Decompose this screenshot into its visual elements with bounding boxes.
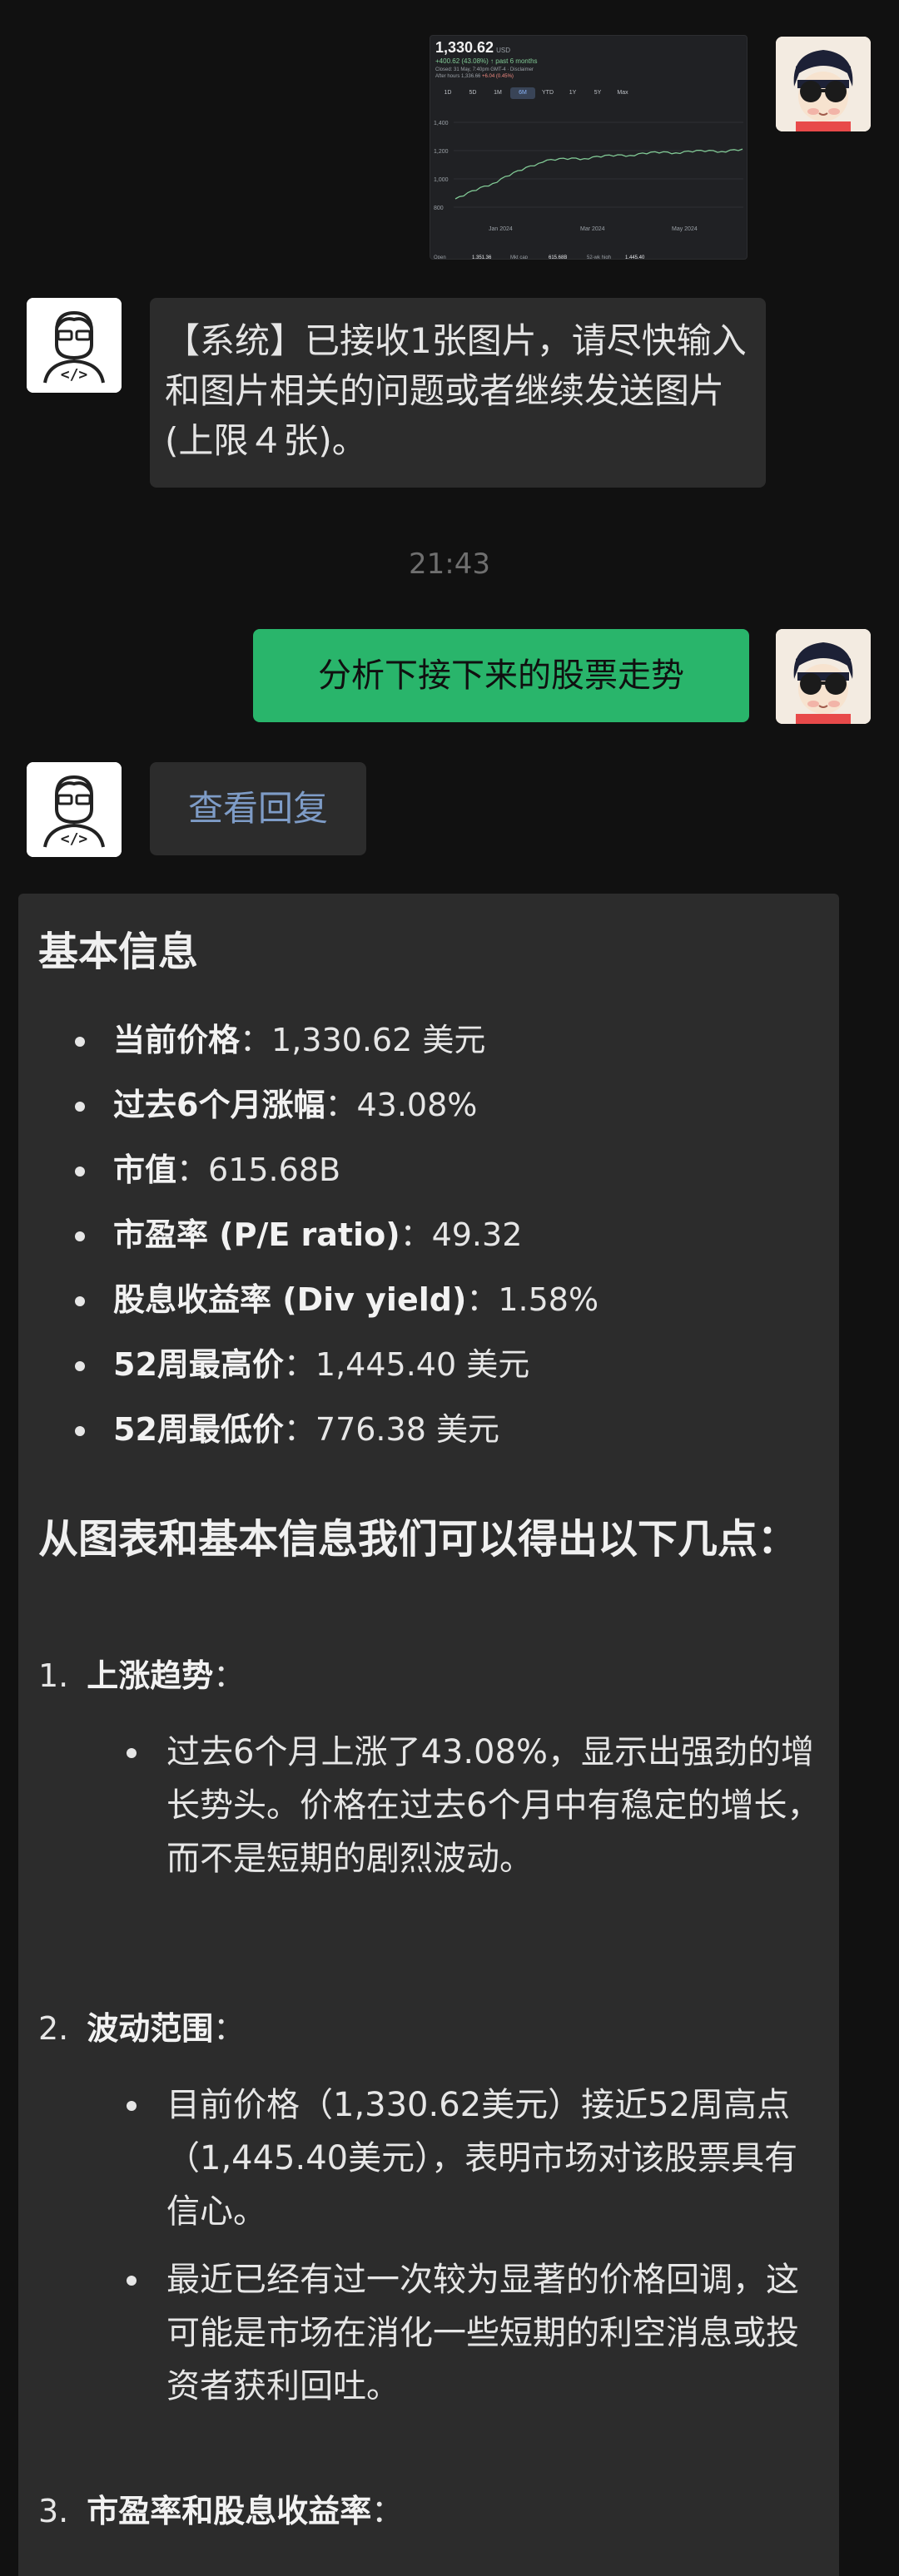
heading-conclusions: 从图表和基本信息我们可以得出以下几点： <box>38 1516 798 1563</box>
thumb-closed-meta: Closed: 31 May, 7:40pm GMT-4 · Disclaime… <box>435 67 534 72</box>
basic-info-item: 股息收益率 (Div yield)：1.58% <box>38 1275 821 1340</box>
basic-info-item: 市盈率 (P/E ratio)：49.32 <box>38 1210 821 1275</box>
range-tab-1m: 1M <box>494 90 502 96</box>
view-reply-link[interactable]: 查看回复 <box>150 762 366 855</box>
basic-info-list: 当前价格：1,330.62 美元 过去6个月涨幅：43.08% 市值：615.68B… <box>38 1015 821 1469</box>
basic-info-label: 过去6个月涨幅 <box>113 1087 325 1123</box>
thumb-x-tick: May 2024 <box>672 226 698 232</box>
basic-info-label: 股息收益率 (Div yield) <box>113 1281 467 1318</box>
basic-info-sep: ： <box>325 1087 357 1123</box>
basic-info-value: 1,445.40 美元 <box>315 1346 530 1383</box>
conclusion-point-details: 目前价格（1,330.62美元）接近52周高点（1,445.40美元），表明市场… <box>93 2078 826 2413</box>
conclusion-point-title: 2. 波动范围： <box>38 2004 245 2053</box>
basic-info-label: 52周最低价 <box>113 1411 284 1448</box>
thumb-y-tick: 1,400 <box>434 121 449 126</box>
chat-timestamp: 21:43 <box>409 547 490 581</box>
thumb-stats-cell: 615.68B <box>549 255 568 260</box>
svg-text:</>: </> <box>61 366 88 384</box>
point-number: 3. <box>38 2493 69 2529</box>
thumb-price-chart: 1,400 1,200 1,000 800 Jan 2024 Mar 2024 May 20… <box>434 121 743 232</box>
point-sep: ： <box>213 1657 246 1694</box>
basic-info-sep: ： <box>240 1022 272 1058</box>
answer-card: 基本信息 当前价格：1,330.62 美元 过去6个月涨幅：43.08% 市值：61… <box>18 894 839 2576</box>
user-avatar-icon <box>776 629 871 724</box>
svg-text:</>: </> <box>61 830 88 848</box>
conclusion-point-details: 过去6个月上涨了43.08%，显示出强劲的增长势头。价格在过去6个月中有稳定的增… <box>93 1726 826 1885</box>
thumb-price: 1,330.62 USD <box>435 39 510 56</box>
user-avatar[interactable] <box>776 629 871 724</box>
thumb-y-tick: 1,000 <box>434 177 449 183</box>
basic-info-item: 过去6个月涨幅：43.08% <box>38 1080 821 1145</box>
basic-info-item: 市值：615.68B <box>38 1145 821 1210</box>
range-tab-5y: 5Y <box>594 90 602 96</box>
basic-info-item: 当前价格：1,330.62 美元 <box>38 1015 821 1080</box>
thumb-stats-cell: 1,351.36 <box>472 255 492 260</box>
basic-info-sep: ： <box>283 1346 315 1383</box>
detail-item: 最近已经有过一次较为显著的价格回调，这可能是市场在消化一些短期的利空消息或投资者… <box>93 2253 826 2413</box>
basic-info-label: 当前价格 <box>113 1022 241 1058</box>
thumb-stats-cell: Mkt cap <box>510 255 529 260</box>
heading-basic-info: 基本信息 <box>38 929 199 975</box>
basic-info-item: 52周最低价：776.38 美元 <box>38 1404 821 1469</box>
user-message-bubble[interactable]: 分析下接下来的股票走势 <box>253 629 749 722</box>
point-title: 波动范围 <box>87 2010 214 2047</box>
basic-info-item: 52周最高价：1,445.40 美元 <box>38 1340 821 1404</box>
thumb-x-tick: Mar 2024 <box>580 226 605 232</box>
point-sep: ： <box>213 2010 246 2047</box>
thumb-stats-cell: Open <box>434 255 446 260</box>
basic-info-sep: ： <box>466 1281 499 1318</box>
point-number: 1. <box>38 1657 69 1694</box>
basic-info-value: 776.38 美元 <box>315 1411 499 1448</box>
thumb-stats-table: Open 1,351.36 Mkt cap 615.68B 52-wk high 1,44… <box>434 254 742 260</box>
bot-avatar[interactable]: </> <box>27 762 122 857</box>
point-title: 上涨趋势 <box>87 1657 214 1694</box>
basic-info-sep: ： <box>176 1152 209 1188</box>
detail-item: 过去6个月上涨了43.08%，显示出强劲的增长势头。价格在过去6个月中有稳定的增… <box>93 1726 826 1885</box>
range-tab-max: Max <box>617 90 628 96</box>
thumb-y-tick: 800 <box>434 206 444 211</box>
conclusion-point-title: 1. 上涨趋势： <box>38 1651 245 1701</box>
basic-info-sep: ： <box>400 1216 432 1253</box>
coder-avatar-icon: </> <box>27 298 122 393</box>
basic-info-label: 52周最高价 <box>113 1346 284 1383</box>
conclusion-point-title: 3. 市盈率和股息收益率： <box>38 2486 403 2536</box>
bot-avatar[interactable]: </> <box>27 298 122 393</box>
coder-avatar-icon: </> <box>27 762 122 857</box>
system-message-text: 【系统】已接收1张图片，请尽快输入和图片相关的问题或者继续发送图片 (上限４张)… <box>165 320 747 461</box>
basic-info-value: 1,330.62 美元 <box>271 1022 486 1058</box>
thumb-after-hours: After hours 1,336.66 +6.04 (0.45%) <box>435 74 514 79</box>
point-title: 市盈率和股息收益率 <box>87 2493 372 2529</box>
detail-item: 目前价格（1,330.62美元）接近52周高点（1,445.40美元），表明市场… <box>93 2078 826 2238</box>
user-avatar-icon <box>776 37 871 131</box>
range-tab-1d: 1D <box>444 90 452 96</box>
basic-info-value: 43.08% <box>356 1087 478 1123</box>
point-sep: ： <box>371 2493 404 2529</box>
stock-screenshot-image[interactable]: 1,330.62 USD +400.62 (43.08%) ↑ past 6 mo… <box>430 35 748 260</box>
basic-info-label: 市值 <box>113 1152 177 1188</box>
thumb-x-tick: Jan 2024 <box>489 226 513 232</box>
thumb-y-tick: 1,200 <box>434 149 449 155</box>
thumb-range-tabs: 1D 5D 1M 6M YTD 1Y 5Y Max <box>435 87 635 99</box>
thumb-stats-cell: 52-wk high <box>587 255 612 260</box>
point-number: 2. <box>38 2010 69 2047</box>
thumb-stats-cell: 1,445.40 <box>625 255 645 260</box>
thumb-stats-row: Open 1,351.36 Mkt cap 615.68B 52-wk high 1,44… <box>434 254 742 260</box>
basic-info-value: 49.32 <box>431 1216 523 1253</box>
user-avatar[interactable] <box>776 37 871 131</box>
basic-info-value: 1.58% <box>498 1281 599 1318</box>
range-tab-5d: 5D <box>469 90 477 96</box>
thumb-change: +400.62 (43.08%) ↑ past 6 months <box>435 57 538 65</box>
basic-info-value: 615.68B <box>208 1152 341 1188</box>
range-tab-ytd: YTD <box>542 90 554 96</box>
thumb-price-line <box>454 148 743 200</box>
basic-info-label: 市盈率 (P/E ratio) <box>113 1216 400 1253</box>
basic-info-sep: ： <box>283 1411 315 1448</box>
range-tab-1y: 1Y <box>569 90 577 96</box>
range-tab-6m: 6M <box>510 87 535 99</box>
